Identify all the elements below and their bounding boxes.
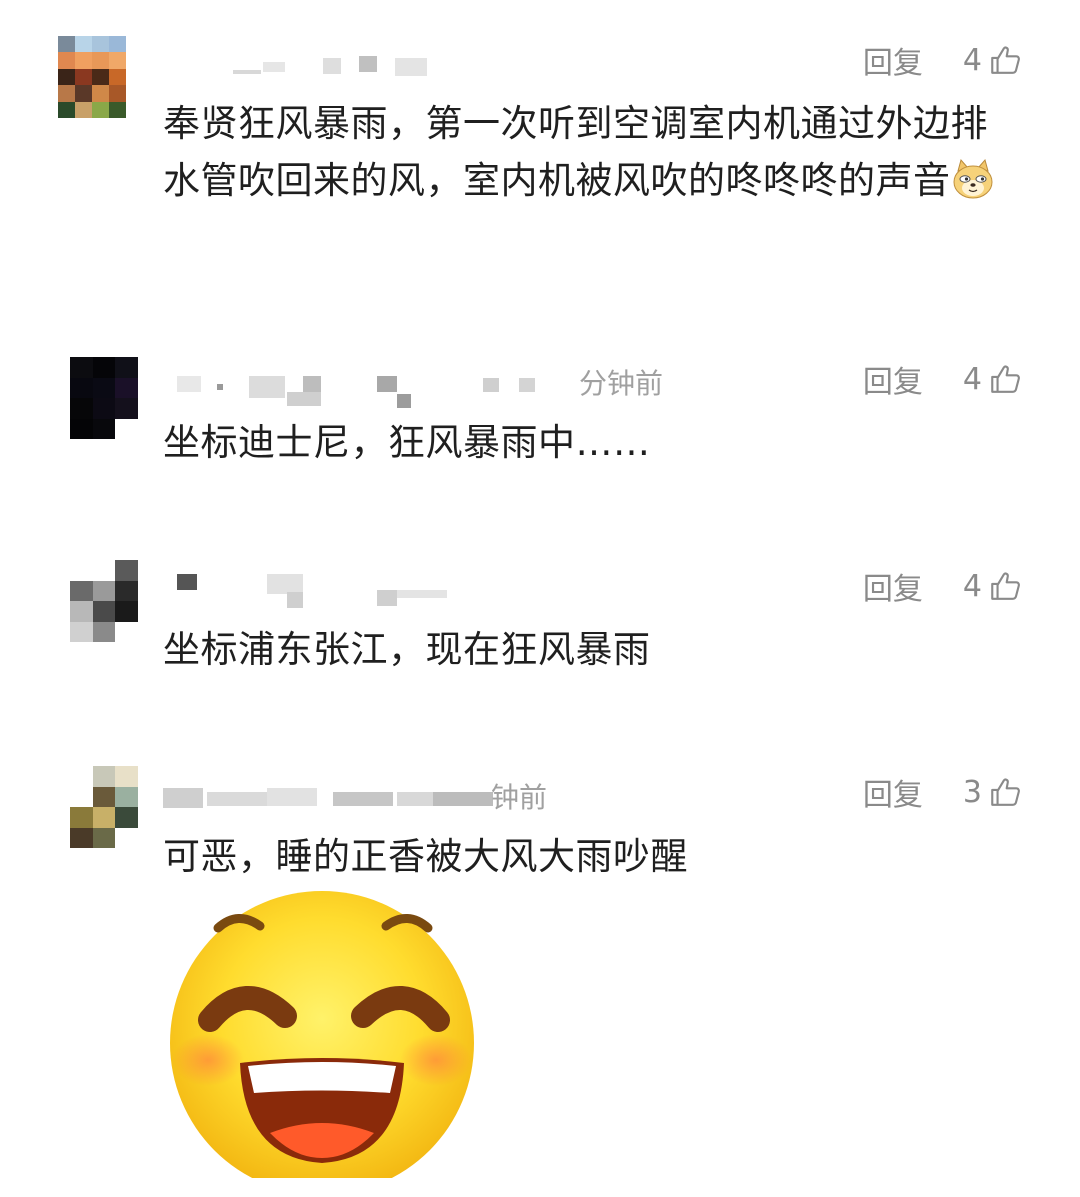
thumbs-up-icon — [991, 365, 1020, 393]
like-count: 4 — [962, 361, 982, 397]
comment-body: 奉贤狂风暴雨，第一次听到空调室内机通过外边排水管吹回来的风，室内机被风吹的咚咚咚… — [163, 102, 988, 202]
avatar[interactable] — [70, 560, 138, 642]
comment-text: 坐标浦东张江，现在狂风暴雨 — [163, 628, 651, 671]
like-count: 4 — [962, 568, 982, 604]
like-button[interactable]: 4 — [963, 43, 1022, 78]
timestamp: 分钟前 — [579, 367, 664, 400]
like-button[interactable]: 4 — [963, 362, 1022, 397]
thumbs-up-icon — [991, 572, 1020, 600]
reply-button[interactable]: 回复 — [863, 357, 923, 401]
avatar[interactable] — [70, 357, 138, 439]
avatar[interactable] — [58, 36, 126, 118]
comment-actions: 回复 4 — [863, 38, 1022, 82]
comment-actions: 回复 3 — [863, 770, 1022, 814]
comment-actions: 回复 4 — [863, 357, 1022, 401]
like-button[interactable]: 4 — [963, 569, 1022, 604]
thumbs-up-icon — [991, 46, 1020, 74]
username-blurred[interactable]: 分钟前 — [163, 362, 723, 408]
thumbs-up-icon — [991, 778, 1020, 806]
laughing-face-sticker[interactable] — [160, 888, 480, 1178]
username-blurred[interactable]: 钟前 — [163, 774, 723, 814]
comment-text: 奉贤狂风暴雨，第一次听到空调室内机通过外边排水管吹回来的风，室内机被风吹的咚咚咚… — [163, 95, 1014, 209]
reply-button[interactable]: 回复 — [863, 770, 923, 814]
reply-button[interactable]: 回复 — [863, 38, 923, 82]
comment-text: 可恶，睡的正香被大风大雨吵醒 — [163, 835, 688, 878]
doge-icon — [953, 158, 992, 199]
reply-button[interactable]: 回复 — [863, 564, 923, 608]
username-blurred[interactable] — [163, 566, 723, 608]
timestamp: 钟前 — [491, 781, 548, 814]
comment-actions: 回复 4 — [863, 564, 1022, 608]
comment-text: 坐标迪士尼，狂风暴雨中…… — [163, 421, 651, 464]
avatar[interactable] — [70, 766, 138, 848]
username-blurred[interactable] — [163, 48, 723, 88]
like-button[interactable]: 3 — [963, 775, 1022, 810]
like-count: 4 — [962, 42, 982, 78]
like-count: 3 — [962, 774, 982, 810]
